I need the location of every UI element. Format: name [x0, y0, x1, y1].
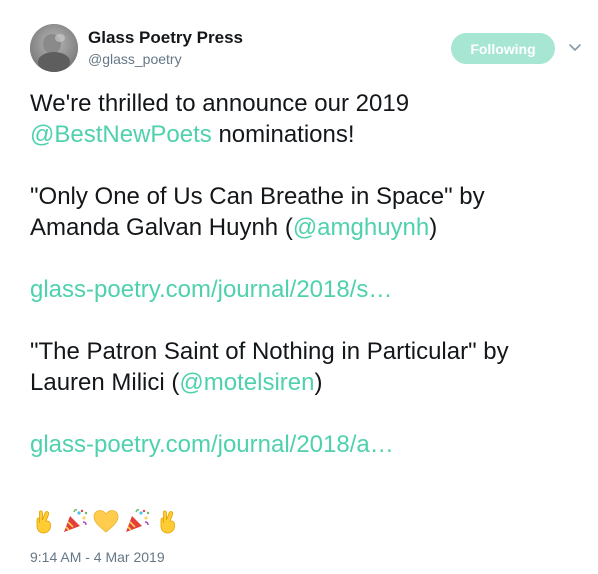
mention-bestnewpoets[interactable]: @BestNewPoets	[30, 121, 212, 148]
party-popper-icon	[64, 509, 88, 532]
emoji-row	[30, 505, 185, 537]
tweet-text: We're thrilled to announce our 2019 @Bes…	[30, 88, 590, 460]
poem1-author: Amanda Galvan Huynh (	[30, 214, 293, 241]
yellow-heart-icon	[93, 510, 119, 533]
poem1-link[interactable]: glass-poetry.com/journal/2018/s…	[30, 276, 392, 303]
crossed-fingers-icon	[160, 510, 175, 534]
announcement-suffix: nominations!	[211, 121, 355, 148]
poem2-title: "The Patron Saint of Nothing in Particul…	[30, 338, 509, 365]
tweet-header: Glass Poetry Press @glass_poetry Followi…	[30, 24, 581, 76]
chevron-down-icon[interactable]	[567, 39, 583, 55]
poem2-close-paren: )	[314, 369, 323, 396]
announcement-line-1: We're thrilled to announce our 2019	[30, 90, 410, 117]
screen-name[interactable]: @glass_poetry	[88, 51, 182, 67]
party-popper-icon	[126, 509, 150, 532]
poem1-author-line: Amanda Galvan Huynh (@amghuynh)	[30, 212, 590, 243]
poem1-close-paren: )	[429, 214, 438, 241]
announcement-line-2: @BestNewPoets nominations!	[30, 119, 590, 150]
poem2-link-line: glass-poetry.com/journal/2018/a…	[30, 429, 590, 460]
mention-motelsiren[interactable]: @motelsiren	[179, 369, 314, 396]
display-name[interactable]: Glass Poetry Press	[88, 28, 243, 48]
avatar-image	[30, 24, 78, 72]
avatar[interactable]	[30, 24, 78, 72]
poem2-author: Lauren Milici (	[30, 369, 180, 396]
crossed-fingers-icon	[36, 510, 51, 534]
timestamp[interactable]: 9:14 AM - 4 Mar 2019	[30, 549, 165, 565]
poem2-author-line: Lauren Milici (@motelsiren)	[30, 367, 590, 398]
poem1-link-line: glass-poetry.com/journal/2018/s…	[30, 274, 590, 305]
following-button[interactable]: Following	[451, 33, 555, 64]
poem2-link[interactable]: glass-poetry.com/journal/2018/a…	[30, 431, 394, 458]
tweet: Glass Poetry Press @glass_poetry Followi…	[0, 0, 598, 574]
poem1-title: "Only One of Us Can Breathe in Space" by	[30, 183, 485, 210]
mention-amghuynh[interactable]: @amghuynh	[293, 214, 429, 241]
